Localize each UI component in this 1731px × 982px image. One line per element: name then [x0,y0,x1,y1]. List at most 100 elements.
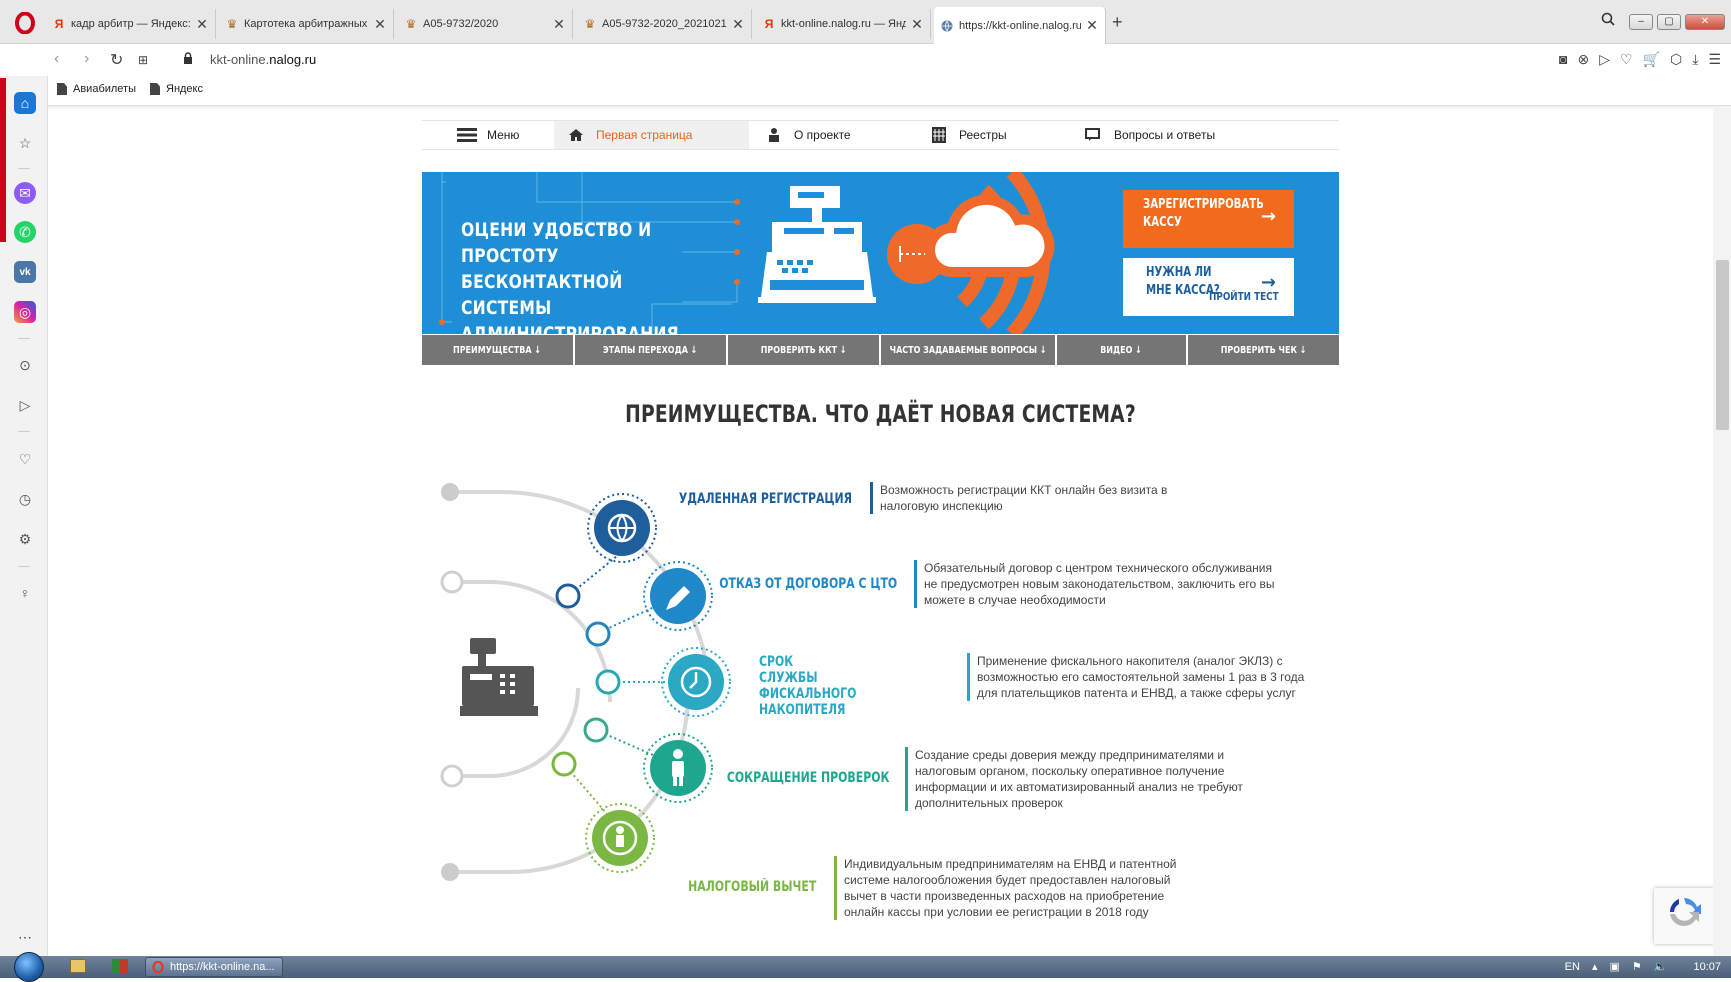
subnav-video[interactable]: ВИДЕО ↓ [1057,335,1186,365]
feature-desc-fewer-inspections: Создание среды доверия между предпринима… [905,747,1265,811]
feature-title-fewer-inspections: СОКРАЩЕНИЕ ПРОВЕРОК [726,770,889,786]
tab-yandex-search[interactable]: Я кадр арбитр — Яндекс: на ✕ [46,9,216,39]
tab-kkt-online-active[interactable]: https://kkt-online.nalog.ru ✕ [934,7,1106,44]
close-tab-icon[interactable]: ✕ [731,16,745,33]
close-tab-icon[interactable]: ✕ [1085,17,1099,34]
person-feature-icon [643,733,713,803]
tab-case-a05[interactable]: ♛ А05-9732/2020 ✕ [398,9,573,39]
subnav-advantages[interactable]: ПРЕИМУЩЕСТВА ↓ [422,335,573,365]
player-icon[interactable]: ⊙ [14,354,36,376]
tab-bar: Я кадр арбитр — Яндекс: на ✕ ♛ Картотека… [0,0,1731,44]
tab-case-pdf[interactable]: ♛ А05-9732-2020_20210210_ ✕ [577,9,752,39]
window-controls: – ▢ ✕ [1601,12,1725,31]
close-tab-icon[interactable]: ✕ [552,16,566,33]
close-tab-icon[interactable]: ✕ [910,16,924,33]
explorer-icon[interactable] [70,959,86,973]
task-label: https://kkt-online.na... [170,961,275,973]
feature-title-cto-contract: ОТКАЗ ОТ ДОГОВОРА С ЦТО [719,576,897,592]
nav-registries[interactable]: Реестры [929,121,1007,149]
cart-icon[interactable]: 🛒 [1643,51,1660,68]
minimize-button[interactable]: – [1629,13,1653,30]
feature-desc-remote-registration: Возможность регистрации ККТ онлайн без в… [870,482,1210,514]
volume-icon[interactable]: 🔈 [1654,960,1668,973]
tray-expand-icon[interactable]: ▴ [1592,960,1598,973]
nav-faq[interactable]: Вопросы и ответы [1084,121,1215,149]
taskbar-opera-task[interactable]: https://kkt-online.na... [145,957,283,977]
url-domain: nalog.ru [269,52,317,67]
app-icon[interactable] [112,959,128,973]
maximize-button[interactable]: ▢ [1657,13,1681,30]
home-icon[interactable]: ⌂ [14,92,36,114]
document-icon [150,83,160,95]
banner-title: ОЦЕНИ УДОБСТВО И ПРОСТОТУ БЕСКОНТАКТНОЙ … [461,219,679,334]
messenger-icon[interactable]: ✉ [14,182,36,204]
flow-icon[interactable]: ▷ [14,394,36,416]
subnav-faq[interactable]: ЧАСТО ЗАДАВАЕМЫЕ ВОПРОСЫ ↓ [881,335,1055,365]
star-icon[interactable]: ☆ [14,132,36,154]
adblock-icon[interactable]: ⊗ [1577,51,1589,68]
tab-title: кадр арбитр — Яндекс: на [71,18,191,30]
network-icon[interactable]: ▣ [1609,960,1619,973]
camera-icon[interactable]: ◙ [1559,51,1567,68]
tab-title: А05-9732/2020 [423,18,499,30]
language-indicator[interactable]: EN [1565,961,1580,973]
opera-sidebar: ⌂ ☆ ✉ ✆ vk ◎ ⊙ ▷ ♡ ◷ ⚙ ♀ ⋯ [0,76,48,956]
feature-desc-fn-lifetime: Применение фискального накопителя (анало… [967,653,1327,701]
url-field[interactable]: kkt-online.nalog.ru [210,52,316,67]
nav-registries-label: Реестры [959,128,1007,142]
bookmark-avia[interactable]: Авиабилеты [57,83,136,95]
subnav-check-receipt[interactable]: ПРОВЕРИТЬ ЧЕК ↓ [1188,335,1339,365]
advantages-infographic [440,483,731,881]
feature-desc-cto-contract: Обязательный договор с центром техническ… [914,560,1284,608]
clock[interactable]: 10:07 [1693,961,1721,973]
send-icon[interactable]: ▷ [1599,51,1610,68]
emblem-icon: ♛ [584,17,596,31]
cash-register-icon [758,186,876,303]
close-window-button[interactable]: ✕ [1685,13,1725,30]
tips-bulb-icon[interactable]: ♀ [14,582,36,604]
recaptcha-badge[interactable] [1654,888,1714,944]
back-icon[interactable]: ‹ [54,50,59,68]
subnav-check-kkt[interactable]: ПРОВЕРИТЬ ККТ ↓ [728,335,879,365]
settings-gear-icon[interactable]: ⚙ [14,528,36,550]
scrollbar-thumb[interactable] [1716,260,1729,430]
pencil-feature-icon [643,561,713,631]
take-test-button[interactable]: НУЖНА ЛИ МНЕ КАССА? ПРОЙТИ ТЕСТ → [1123,258,1294,316]
tab-search-icon[interactable] [1601,12,1615,31]
windows-taskbar: https://kkt-online.na... EN ▴ ▣ ⚑ 🔈 10:0… [0,952,1731,982]
more-icon[interactable]: ⋯ [14,926,36,948]
vk-icon[interactable]: vk [14,261,36,283]
bookmark-yandex[interactable]: Яндекс [150,83,203,95]
new-tab-button[interactable]: + [1112,12,1123,33]
feature-title-tax-deduction: НАЛОГОВЫЙ ВЫЧЕТ [687,879,816,895]
registry-grid-icon [929,127,949,143]
favorites-heart-icon[interactable]: ♡ [14,448,36,470]
instagram-icon[interactable]: ◎ [14,301,36,323]
house-icon [566,127,586,143]
menu-icon[interactable]: ☰ [1708,51,1721,68]
register-kkt-button[interactable]: ЗАРЕГИСТРИРОВАТЬ КАССУ → [1123,190,1294,248]
opera-menu-icon[interactable] [10,8,40,38]
address-bar: ‹ › ↻ ⊞ kkt-online.nalog.ru ◙ ⊗ ▷ ♡ 🛒 ⬡ … [0,44,1731,76]
speed-dial-icon[interactable]: ⊞ [138,53,148,67]
page-scrollbar[interactable] [1713,106,1731,956]
flag-icon[interactable]: ⚑ [1632,960,1642,973]
emblem-icon: ♛ [226,17,238,31]
heart-icon[interactable]: ♡ [1620,51,1633,68]
nav-about[interactable]: О проекте [764,121,851,149]
download-icon[interactable]: ⤓ [1692,51,1698,68]
forward-icon[interactable]: › [84,50,89,68]
whatsapp-icon[interactable]: ✆ [14,221,36,243]
menu-button[interactable]: Меню [457,121,552,149]
subnav-transition-stages[interactable]: ЭТАПЫ ПЕРЕХОДА ↓ [575,335,726,365]
nav-home[interactable]: Первая страница [554,121,749,149]
reload-icon[interactable]: ↻ [110,50,123,70]
history-icon[interactable]: ◷ [14,488,36,510]
close-tab-icon[interactable]: ✕ [195,16,209,33]
section-subnav: ПРЕИМУЩЕСТВА ↓ ЭТАПЫ ПЕРЕХОДА ↓ ПРОВЕРИТ… [422,335,1339,365]
tab-yandex-kkt[interactable]: Я kkt-online.nalog.ru — Янд ✕ [756,9,931,39]
close-tab-icon[interactable]: ✕ [373,16,387,33]
cube-icon[interactable]: ⬡ [1670,51,1682,68]
chat-bubble-icon [1084,127,1104,143]
tab-kad-arbitr[interactable]: ♛ Картотека арбитражных д ✕ [219,9,394,39]
